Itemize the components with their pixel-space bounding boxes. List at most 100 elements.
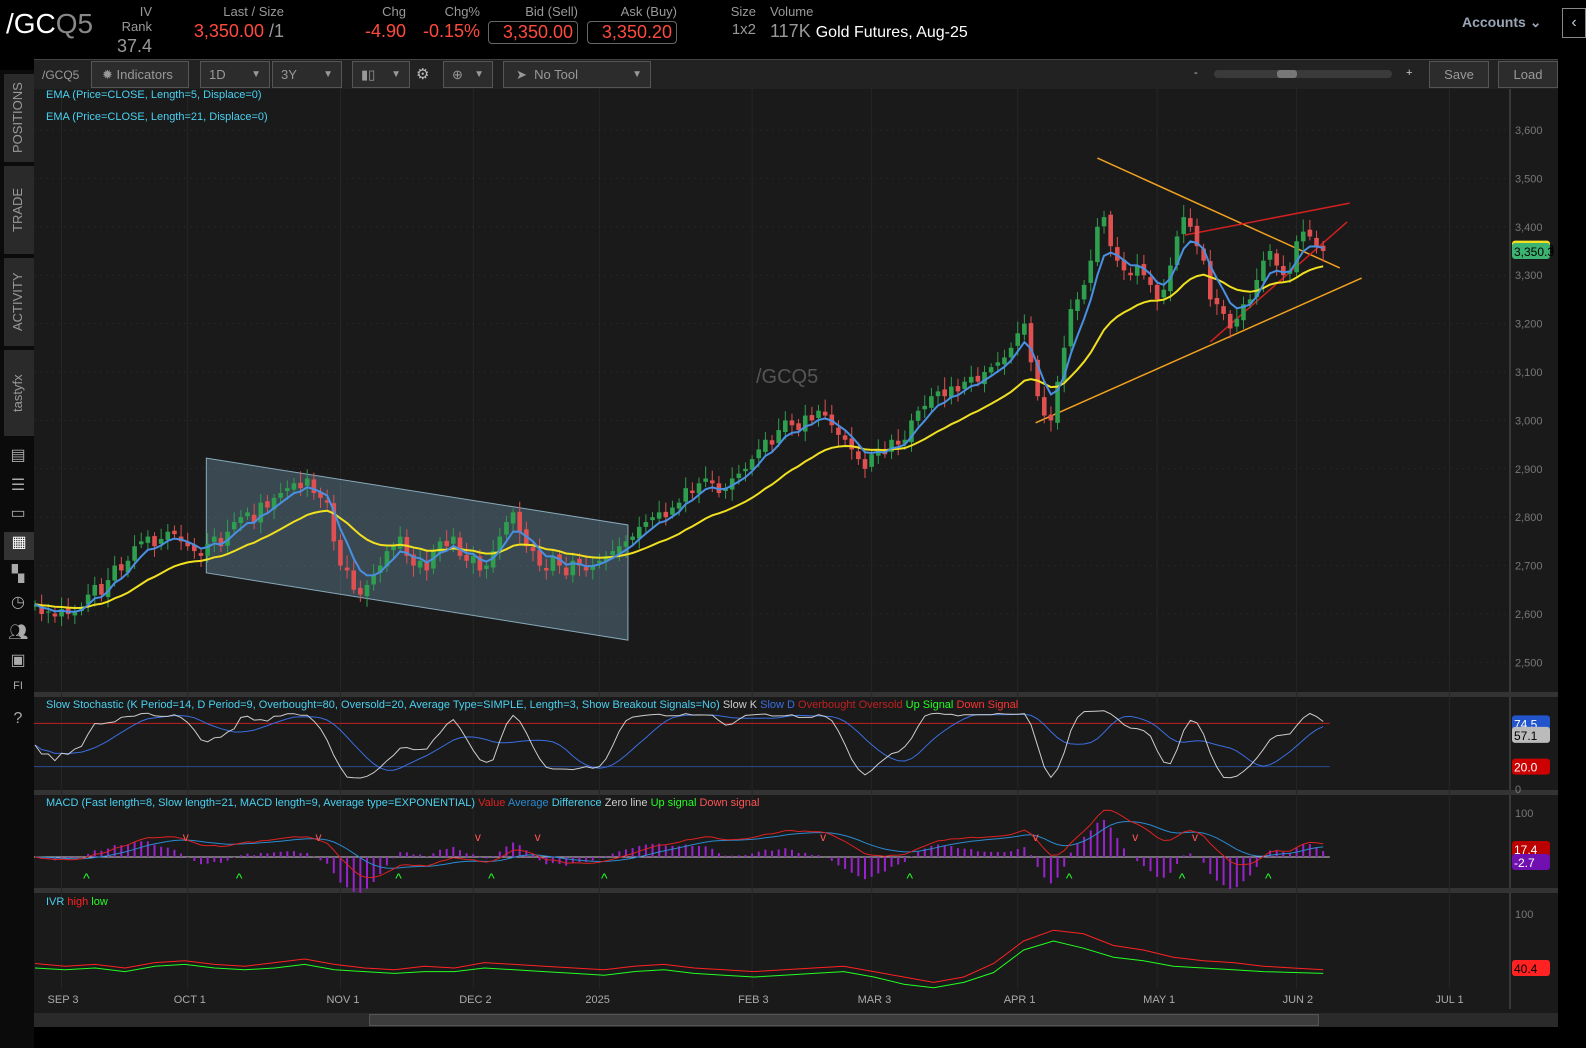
zoom-in-button[interactable]: + xyxy=(1406,67,1412,79)
candle-body xyxy=(995,362,1001,366)
list-icon[interactable]: ☰ xyxy=(8,475,28,495)
chg-value: -4.90 xyxy=(364,21,406,41)
macd-tick: 100 xyxy=(1515,808,1533,820)
zoom-slider-thumb[interactable] xyxy=(1277,70,1298,78)
tab-activity[interactable]: ACTIVITY xyxy=(4,258,34,346)
candle-body xyxy=(119,564,124,571)
candle-body xyxy=(763,439,768,452)
chart-bar-icon[interactable]: ▤ xyxy=(8,445,28,465)
last-price: 3,350.00 xyxy=(193,21,264,41)
candle-body xyxy=(756,449,762,459)
description: Gold Futures, Aug-25 xyxy=(815,24,968,41)
save-button[interactable]: Save xyxy=(1429,61,1489,88)
tab-trade[interactable]: TRADE xyxy=(4,166,34,254)
candle-body xyxy=(922,405,928,410)
grid-icon[interactable]: ▚ xyxy=(8,564,28,584)
candle-body xyxy=(351,570,357,590)
x-tick-label: SEP 3 xyxy=(48,994,79,1006)
load-button[interactable]: Load xyxy=(1498,61,1558,88)
candle-body xyxy=(1267,251,1273,260)
candle-body xyxy=(231,522,237,530)
change-pct: Chg% -0.15% xyxy=(410,4,480,42)
bid[interactable]: Bid (Sell) 3,350.00 xyxy=(488,4,578,44)
ask-button[interactable]: 3,350.20 xyxy=(587,21,677,44)
iv-rank-label: IV Rank xyxy=(121,4,152,34)
candle-body xyxy=(776,430,781,444)
y-tick-label: 3,400 xyxy=(1515,222,1543,234)
zoom-slider[interactable] xyxy=(1214,70,1392,78)
legend-difference: Difference xyxy=(551,797,602,809)
scrollbar-thumb[interactable] xyxy=(369,1014,1319,1026)
candle-body xyxy=(1227,313,1233,329)
candle-body xyxy=(298,482,303,489)
candle-body xyxy=(696,483,702,494)
candle-body xyxy=(1234,318,1240,327)
candle-body xyxy=(165,531,171,540)
candle-body xyxy=(789,420,795,426)
fi-icon[interactable]: FI xyxy=(8,680,28,700)
candle-body xyxy=(1022,323,1027,335)
chart-grid-icon[interactable]: ▦ xyxy=(4,532,34,560)
tab-positions[interactable]: POSITIONS xyxy=(4,74,34,162)
candle-body xyxy=(344,567,350,571)
candle-body xyxy=(816,410,821,418)
gear-icon[interactable]: ⚙ xyxy=(416,65,429,83)
x-tick-label: APR 1 xyxy=(1004,994,1036,1006)
tool-select[interactable]: ➤ No Tool ▼ xyxy=(503,61,651,88)
range-select[interactable]: 3Y ▼ xyxy=(272,61,342,88)
tab-tastyfx[interactable]: tastyfx xyxy=(4,350,34,436)
ivr-value-tag: 40.4 xyxy=(1514,962,1538,976)
down-signal-icon: v xyxy=(183,830,189,844)
chart-symbol: /GCQ5 xyxy=(42,68,80,82)
collapse-panel-button[interactable]: ‹ xyxy=(1562,8,1586,38)
clock-icon[interactable]: ◷ xyxy=(8,592,28,612)
candle-body xyxy=(1048,414,1054,421)
candle-body xyxy=(869,454,874,467)
indicators-button[interactable]: ✹ Indicators xyxy=(91,61,189,88)
candle-body xyxy=(703,478,708,482)
up-signal-icon: ^ xyxy=(601,870,608,886)
candle-body xyxy=(112,565,117,581)
stoch-tick: 0 xyxy=(1515,784,1521,796)
candle-body xyxy=(676,502,682,509)
x-tick-label: MAY 1 xyxy=(1143,994,1175,1006)
bid-button[interactable]: 3,350.00 xyxy=(488,21,578,44)
up-signal-icon: ^ xyxy=(488,870,495,886)
last-size: /1 xyxy=(268,21,284,41)
drawing-style-select[interactable]: ⊕ ▼ xyxy=(443,61,493,88)
chgpct-value: -0.15% xyxy=(422,21,480,41)
legend-oversold: Oversold xyxy=(858,699,903,711)
chart-area[interactable]: /GCQ5 ^ v ^ v ^ v ^ v ^ v ^ v ^ v ^ v ^ 3,600 3,500 3,400 3,… xyxy=(32,89,1558,1027)
candle-body xyxy=(743,468,748,472)
tv-icon[interactable]: ▭ xyxy=(8,503,28,523)
candle-body xyxy=(709,480,715,484)
ask[interactable]: Ask (Buy) 3,350.20 xyxy=(587,4,677,44)
size: Size 1x2 xyxy=(726,4,756,38)
interval-select[interactable]: 1D ▼ xyxy=(200,61,270,88)
calendar-icon[interactable]: ▣ xyxy=(8,650,28,670)
quote-header: /GCQ5 IV Rank 37.4 Last / Size 3,350.00 /1… xyxy=(0,0,1586,56)
horizontal-scrollbar[interactable] xyxy=(34,1013,1558,1027)
candle-body xyxy=(530,547,536,552)
candle-body xyxy=(650,517,655,521)
accounts-dropdown[interactable]: Accounts ⌄ xyxy=(1462,14,1541,31)
y-tick-label: 2,700 xyxy=(1515,561,1543,573)
candle-body xyxy=(1281,266,1286,276)
down-signal-icon: v xyxy=(475,830,481,844)
candle-body xyxy=(311,479,317,493)
price-chart[interactable]: /GCQ5 ^ v ^ v ^ v ^ v ^ v ^ v ^ v ^ v ^ 3,600 3,500 3,400 3,… xyxy=(32,89,1558,1027)
last-price-tag: 3,350.3 xyxy=(1514,245,1554,259)
candle-body xyxy=(583,567,589,571)
candle-body xyxy=(285,488,290,492)
symbol[interactable]: /GCQ5 xyxy=(6,8,93,40)
chart-type-select[interactable]: ▮▯ ▼ xyxy=(352,61,410,88)
help-icon[interactable]: ? xyxy=(8,710,28,730)
candle-body xyxy=(364,584,370,597)
chevron-left-icon: ‹ xyxy=(1571,14,1577,31)
candle-body xyxy=(769,440,775,445)
zoom-out-button[interactable]: - xyxy=(1194,67,1198,79)
candle-body xyxy=(942,389,947,397)
down-signal-icon: v xyxy=(1192,830,1198,844)
up-signal-icon: ^ xyxy=(906,870,913,886)
users-icon[interactable]: 👥︎ xyxy=(8,622,28,642)
